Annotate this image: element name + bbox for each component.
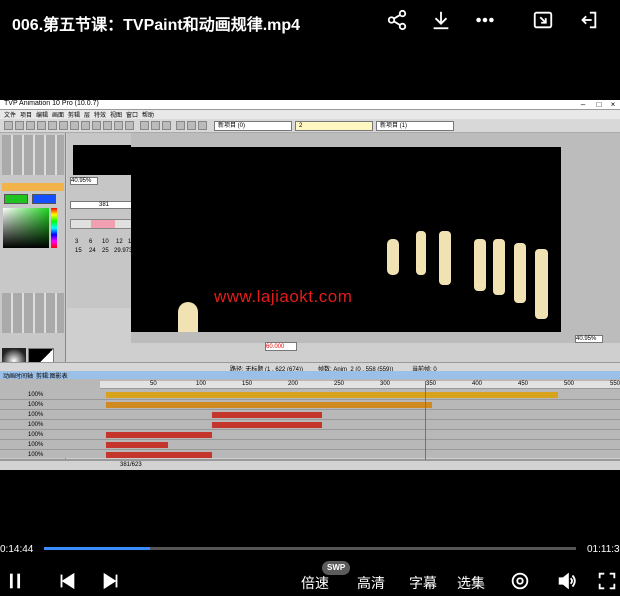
- menu-item: 剪辑: [68, 113, 81, 119]
- timeline-layer-row[interactable]: 100%: [0, 411, 620, 420]
- close-icon: ×: [610, 100, 616, 109]
- app-bottom-status: 381/623: [0, 460, 620, 470]
- character-figure: [387, 239, 399, 275]
- fullscreen-icon[interactable]: [596, 570, 620, 594]
- timeline-panel: 动画时间轴 剪辑:图影表 50 100 150 200 250 300 350 …: [0, 371, 620, 460]
- video-frame[interactable]: TVP Animation 10 Pro (10.0.7) – □ × 文件 项…: [0, 100, 620, 470]
- rabbit-figure: [178, 302, 198, 332]
- character-figure: [535, 249, 548, 319]
- timeline-layer-row[interactable]: 100%: [0, 441, 620, 450]
- doc-tab: 新项目 (1): [376, 121, 454, 131]
- status-bar: 路径: 无标题 (1 , 622 (674)) 帧数: Anim_2 (0 , …: [0, 362, 620, 373]
- top-bar: 006.第五节课：TVPaint和动画规律.mp4: [0, 0, 620, 44]
- character-figure: [474, 239, 486, 291]
- zoom-field: 40.95%: [70, 177, 98, 185]
- character-figure: [416, 231, 426, 275]
- swp-badge: SWP: [322, 561, 351, 575]
- menu-item: 窗口: [126, 113, 139, 119]
- timeline-layer-row[interactable]: 100%: [0, 451, 620, 460]
- volume-icon[interactable]: [556, 570, 580, 594]
- share-icon[interactable]: [383, 6, 411, 34]
- timeline-layer-row[interactable]: 100%: [0, 391, 620, 400]
- progress-bar[interactable]: [44, 547, 576, 550]
- menu-item: 帮助: [142, 113, 155, 119]
- menu-item: 层: [84, 113, 91, 119]
- quality-button[interactable]: 高清: [357, 573, 385, 593]
- total-time: 01:11:3: [587, 544, 620, 555]
- minimize-icon: –: [580, 100, 586, 109]
- character-figure: [514, 243, 526, 303]
- app-titlebar: TVP Animation 10 Pro (10.0.7) – □ ×: [0, 100, 620, 110]
- timeline-layer-row[interactable]: 100%: [0, 401, 620, 410]
- settings-icon[interactable]: [509, 570, 533, 594]
- doc-tab: 2: [295, 121, 373, 131]
- menu-item: 视图: [110, 113, 123, 119]
- progress-fill: [44, 547, 151, 550]
- doc-tab: 新项目 (0): [214, 121, 292, 131]
- menu-item: 画面: [52, 113, 65, 119]
- zoom-field-canvas: 40.95%: [575, 335, 603, 343]
- watermark-text: www.lajiaokt.com: [214, 287, 353, 306]
- timeline-layer-row[interactable]: 100%: [0, 421, 620, 430]
- picture-in-picture-icon[interactable]: [529, 6, 557, 34]
- app-menubar: 文件 项目 编辑 画面 剪辑 层 特效 视图 窗口 帮助: [0, 110, 620, 119]
- next-icon[interactable]: [100, 570, 124, 594]
- menu-item: 文件: [4, 113, 17, 119]
- exit-fullscreen-icon[interactable]: [574, 6, 602, 34]
- subtitle-button[interactable]: 字幕: [409, 573, 437, 593]
- timeline-layer-row[interactable]: 100%: [0, 431, 620, 440]
- menu-item: 特效: [94, 113, 107, 119]
- speed-button[interactable]: 倍速: [301, 573, 329, 593]
- menu-item: 项目: [20, 113, 33, 119]
- character-figure: [493, 239, 505, 295]
- character-figure: [439, 231, 451, 285]
- pause-icon[interactable]: [4, 570, 28, 594]
- menu-item: 编辑: [36, 113, 49, 119]
- current-time: 0:14:44: [0, 544, 34, 555]
- previous-icon[interactable]: [56, 570, 80, 594]
- episodes-button[interactable]: 选集: [457, 573, 485, 593]
- download-icon[interactable]: [427, 6, 455, 34]
- video-title: 006.第五节课：TVPaint和动画规律.mp4: [12, 17, 301, 34]
- app-title: TVP Animation 10 Pro (10.0.7): [4, 100, 99, 107]
- timeline-playhead: [425, 381, 426, 461]
- maximize-icon: □: [596, 100, 602, 109]
- frame-count-field: 381: [70, 201, 140, 209]
- more-icon[interactable]: [471, 6, 499, 34]
- fps-field: 60.000: [265, 342, 297, 351]
- app-toolbar: 新项目 (0) 2 新项目 (1): [0, 119, 620, 133]
